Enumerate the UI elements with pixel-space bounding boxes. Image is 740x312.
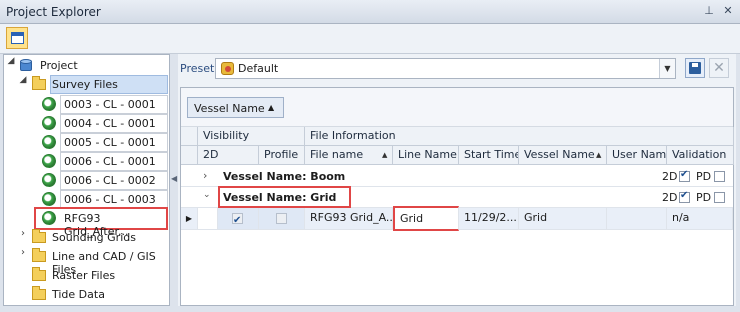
preset-icon [221, 62, 234, 75]
panel-toggle-button[interactable] [6, 27, 28, 49]
project-icon [20, 59, 34, 72]
group-row-grid[interactable]: ⌄ Vessel Name: Grid 2D PD [181, 186, 733, 208]
survey-file-icon [42, 192, 56, 206]
tree-label: 0005 - CL - 0001 [64, 136, 156, 149]
file-properties-panel: Preset Default ▼ ✕ Vessel Name ▲ Visibil… [178, 54, 736, 306]
save-preset-button[interactable] [685, 58, 705, 78]
column-label: File name [310, 148, 364, 161]
close-icon[interactable]: ✕ [721, 4, 735, 18]
tree-label: 0006 - CL - 0002 [64, 174, 156, 187]
folder-icon [32, 229, 46, 243]
column-2d[interactable]: 2D [198, 146, 259, 165]
column-file-name[interactable]: File name ▲ [305, 146, 393, 165]
tree-label: Tide Data [52, 288, 105, 301]
tree-label: Project [40, 59, 78, 72]
folder-icon [32, 286, 46, 300]
column-label: Vessel Name [524, 148, 595, 161]
group-by-area: Vessel Name ▲ [181, 88, 733, 127]
cell-file-name[interactable]: RFG93 Grid_A... [305, 208, 393, 229]
survey-file-icon [42, 135, 56, 149]
cell-start-time[interactable]: 11/29/2... [459, 208, 519, 229]
survey-file-icon [42, 154, 56, 168]
group-pd-flag-label: PD [696, 170, 712, 183]
column-validation[interactable]: Validation [667, 146, 734, 165]
band-spacer [181, 127, 198, 146]
survey-file-icon [42, 116, 56, 130]
window-title: Project Explorer [6, 5, 101, 19]
cell-validation[interactable]: n/a [667, 208, 733, 229]
tree-label: 0003 - CL - 0001 [64, 98, 156, 111]
column-profile[interactable]: Profile [259, 146, 305, 165]
cell-user-name[interactable] [607, 208, 667, 229]
group-pd-checkbox[interactable] [714, 171, 725, 182]
folder-icon [32, 76, 46, 90]
tree-label: Raster Files [52, 269, 116, 282]
survey-file-icon [42, 97, 56, 111]
window-titlebar: Project Explorer ⊥ ✕ [0, 0, 740, 24]
expand-icon[interactable]: › [203, 169, 207, 182]
survey-file-icon [42, 173, 56, 187]
preset-value: Default [238, 62, 279, 75]
row-indicator-icon: ▶ [181, 208, 198, 229]
group-2d-checkbox[interactable] [679, 190, 690, 203]
group-by-chip[interactable]: Vessel Name ▲ [187, 97, 284, 118]
sort-ascending-icon: ▲ [268, 103, 275, 112]
expand-icon[interactable]: › [18, 228, 28, 247]
band-visibility: Visibility [198, 127, 305, 146]
tree-item-file-highlighted[interactable]: RFG93 Grid_After... [34, 207, 168, 238]
save-icon [689, 62, 701, 74]
row-2d-checkbox[interactable] [232, 211, 243, 229]
group-label: Vessel Name: Grid [223, 191, 337, 204]
band-file-information-label: File Information [310, 129, 396, 142]
group-2d-checkbox[interactable] [679, 169, 690, 182]
group-by-label: Vessel Name [194, 102, 265, 115]
group-2d-flag-label: 2D [662, 170, 678, 183]
collapse-arrow-icon[interactable]: ◀ [171, 174, 177, 183]
project-tree: ◢ Project ◢ Survey Files 0003 - CL - 000… [3, 54, 170, 306]
preset-dropdown[interactable]: Default ▼ [215, 58, 676, 79]
collapse-icon[interactable]: ◢ [18, 75, 28, 94]
cell-profile[interactable] [259, 208, 305, 229]
collapse-icon[interactable]: ⌄ [203, 190, 211, 200]
tree-label: 0006 - CL - 0003 [64, 193, 156, 206]
pin-icon[interactable]: ⊥ [702, 4, 716, 18]
row-profile-checkbox[interactable] [276, 213, 287, 224]
sort-ascending-icon: ▲ [596, 151, 602, 159]
column-line-name[interactable]: Line Name [393, 146, 459, 165]
tree-label: 0006 - CL - 0001 [64, 155, 156, 168]
expand-icon[interactable]: › [18, 247, 28, 266]
column-user-name[interactable]: User Name [607, 146, 667, 165]
column-vessel-name[interactable]: Vessel Name ▲ [519, 146, 607, 165]
files-grid: Vessel Name ▲ Visibility File Informatio… [180, 87, 734, 306]
panel-splitter[interactable]: ◀ [170, 54, 178, 306]
group-row-boom[interactable]: › Vessel Name: Boom 2D PD [181, 166, 733, 187]
folder-icon [32, 267, 46, 281]
sort-ascending-icon: ▲ [382, 151, 388, 159]
window-icon [11, 32, 24, 44]
tree-label: Survey Files [52, 78, 118, 91]
delete-preset-button[interactable]: ✕ [709, 58, 729, 78]
group-2d-flag-label: 2D [662, 191, 678, 204]
table-row[interactable]: ▶ RFG93 Grid_A... Grid 11/29/2... Grid n… [181, 206, 733, 231]
group-label: Vessel Name: Boom [223, 170, 346, 183]
column-start-time[interactable]: Start Time [459, 146, 519, 165]
preset-label: Preset [180, 62, 215, 75]
cell-vessel-name[interactable]: Grid [519, 208, 607, 229]
cell-2d[interactable] [218, 208, 259, 229]
folder-icon [32, 248, 46, 262]
survey-file-icon [42, 211, 56, 225]
band-file-information: File Information [305, 127, 734, 146]
tree-label: 0004 - CL - 0001 [64, 117, 156, 130]
toolbar [0, 24, 740, 54]
cell-line-name[interactable]: Grid [393, 206, 459, 231]
collapse-icon[interactable]: ◢ [6, 56, 16, 75]
group-pd-flag-label: PD [696, 191, 712, 204]
column-spacer [181, 146, 198, 165]
group-pd-checkbox[interactable] [714, 192, 725, 203]
chevron-down-icon[interactable]: ▼ [659, 59, 675, 78]
tree-label: Sounding Grids [52, 231, 136, 244]
